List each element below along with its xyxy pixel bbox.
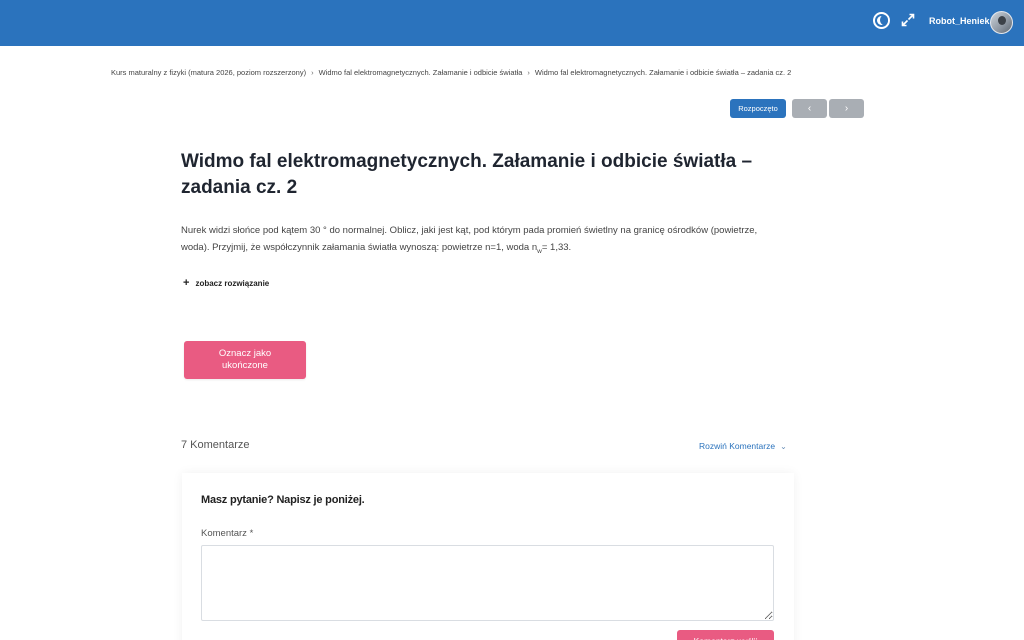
chevron-right-icon: › <box>844 103 849 114</box>
chevron-left-icon: ‹ <box>807 103 812 114</box>
question-text: Nurek widzi słońce pod kątem 30 ° do nor… <box>181 222 781 260</box>
breadcrumb-item-lesson[interactable]: Widmo fal elektromagnetycznych. Załamani… <box>535 68 791 77</box>
comment-field-label: Komentarz * <box>201 528 254 539</box>
breadcrumb-item-topic[interactable]: Widmo fal elektromagnetycznych. Załamani… <box>319 68 523 77</box>
breadcrumb-item-course[interactable]: Kurs maturalny z fizyki (matura 2026, po… <box>111 68 306 77</box>
avatar[interactable] <box>990 11 1013 34</box>
lesson-status-button[interactable]: Rozpoczęto <box>730 99 786 118</box>
expand-icon[interactable] <box>900 12 916 28</box>
comment-form-heading: Masz pytanie? Napisz je poniżej. <box>201 494 365 506</box>
question-text-end: = 1,33. <box>541 242 572 253</box>
comments-count: 7 Komentarze <box>181 439 250 451</box>
moon-icon[interactable] <box>873 12 890 29</box>
breadcrumb-separator: › <box>527 68 530 77</box>
show-solution-toggle[interactable]: + zobacz rozwiązanie <box>183 277 270 289</box>
submit-comment-button[interactable]: Komentarz wyślij <box>677 630 774 640</box>
comment-textarea[interactable] <box>201 545 774 621</box>
page-title: Widmo fal elektromagnetycznych. Załamani… <box>181 151 753 198</box>
expand-comments-label: Rozwiń Komentarze <box>699 441 776 451</box>
chevron-down-icon: ⌄ <box>780 441 787 451</box>
next-lesson-button[interactable]: › <box>829 99 864 118</box>
top-bar: Robot_Heniek <box>0 0 1024 46</box>
show-solution-label: zobacz rozwiązanie <box>195 278 270 288</box>
previous-lesson-button[interactable]: ‹ <box>792 99 827 118</box>
plus-icon: + <box>183 277 190 289</box>
username[interactable]: Robot_Heniek <box>929 16 990 26</box>
expand-comments-link[interactable]: Rozwiń Komentarze ⌄ <box>699 441 787 451</box>
breadcrumb: Kurs maturalny z fizyki (matura 2026, po… <box>111 68 791 77</box>
question-text-main: Nurek widzi słońce pod kątem 30 ° do nor… <box>181 225 758 253</box>
breadcrumb-separator: › <box>311 68 314 77</box>
mark-complete-button[interactable]: Oznacz jako ukończone <box>184 341 306 379</box>
